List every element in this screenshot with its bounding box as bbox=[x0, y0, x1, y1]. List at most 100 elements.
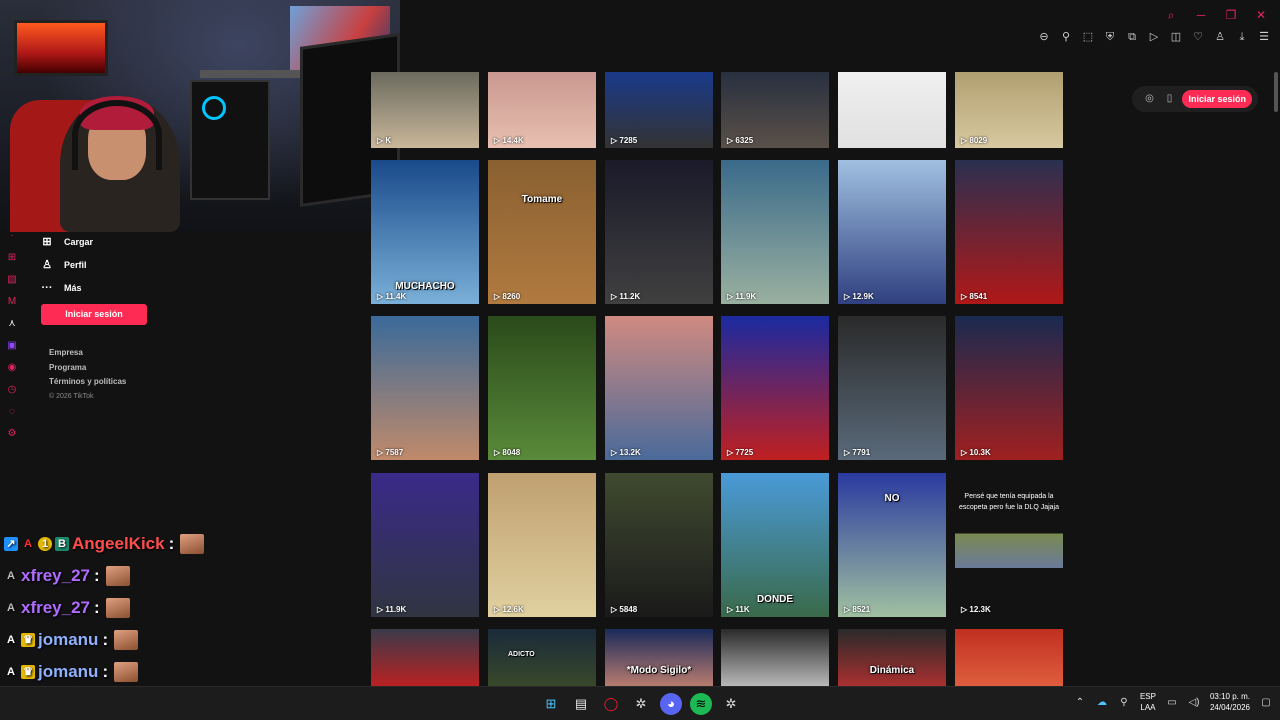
volume-icon[interactable]: ◁) bbox=[1188, 697, 1200, 708]
video-tile[interactable] bbox=[955, 629, 1063, 689]
video-tile[interactable] bbox=[838, 72, 946, 148]
restore-icon[interactable]: ❐ bbox=[1224, 8, 1238, 22]
app-icon[interactable]: ⋏ bbox=[6, 318, 18, 330]
badge-icon: A bbox=[7, 570, 15, 582]
clock-icon[interactable]: ◷ bbox=[6, 384, 18, 396]
language-indicator[interactable]: ESP LAA bbox=[1140, 691, 1156, 713]
chevron-up-icon[interactable]: ⌃ bbox=[1074, 697, 1086, 708]
video-tile[interactable]: ▷ 7285 bbox=[605, 72, 713, 148]
screenshot-icon[interactable]: ⬚ bbox=[1082, 30, 1094, 44]
webcam-overlay bbox=[0, 0, 400, 232]
onedrive-icon[interactable]: ☁ bbox=[1096, 697, 1108, 708]
menu-icon[interactable]: ☰ bbox=[1258, 30, 1270, 44]
play-icon[interactable]: ▷ bbox=[1148, 30, 1160, 44]
opera-icon[interactable]: ◯ bbox=[600, 693, 622, 715]
compass-icon[interactable]: ◎ bbox=[1142, 92, 1156, 106]
sidebar-item-more[interactable]: ··· Más bbox=[40, 276, 160, 299]
spotify-icon[interactable]: ≋ bbox=[690, 693, 712, 715]
search-icon[interactable]: ⌕ bbox=[1164, 8, 1178, 22]
capcut-icon[interactable]: ⊞ bbox=[6, 252, 18, 264]
sidebar-login-button[interactable]: Iniciar sesión bbox=[41, 304, 147, 325]
chat-username[interactable]: jomanu bbox=[38, 662, 98, 682]
video-tile[interactable] bbox=[371, 629, 479, 689]
footer-link-program[interactable]: Programa bbox=[49, 361, 126, 376]
video-tile[interactable]: ▷ 7587 bbox=[371, 316, 479, 460]
heart-icon[interactable]: ♡ bbox=[1192, 30, 1204, 44]
chat-bubble-icon[interactable]: ◌ bbox=[6, 406, 18, 418]
view-count: ▷ 11.9K bbox=[727, 292, 757, 301]
video-tile[interactable]: NO ▷ 8521 bbox=[838, 473, 946, 617]
video-tile[interactable]: ▷ 7725 bbox=[721, 316, 829, 460]
twitch-icon[interactable]: ▣ bbox=[6, 340, 18, 352]
video-tile[interactable]: ▷ 8029 bbox=[955, 72, 1063, 148]
chat-message: A ♛ jomanu : bbox=[4, 624, 364, 656]
sidebar-item-profile[interactable]: ♙ Perfil bbox=[40, 253, 160, 276]
video-tile[interactable] bbox=[721, 629, 829, 689]
mail-icon[interactable]: M bbox=[6, 296, 18, 308]
discord-icon[interactable]: ◕ bbox=[660, 693, 682, 715]
video-tile[interactable]: ▷ 5848 bbox=[605, 473, 713, 617]
dot-icon[interactable]: · bbox=[6, 230, 18, 242]
download-icon[interactable]: ⤓ bbox=[1236, 30, 1248, 44]
file-explorer-icon[interactable]: ▤ bbox=[570, 693, 592, 715]
chatgpt-icon[interactable]: ✲ bbox=[720, 693, 742, 715]
view-count: ▷ 8541 bbox=[961, 292, 988, 301]
network-icon[interactable]: ▭ bbox=[1166, 697, 1178, 708]
video-tile[interactable]: MUCHACHO ▷ 11.4K bbox=[371, 160, 479, 304]
footer-link-company[interactable]: Empresa bbox=[49, 346, 126, 361]
video-tile[interactable]: ADICTO bbox=[488, 629, 596, 689]
zoom-icon[interactable]: ⊖ bbox=[1038, 30, 1050, 44]
play-circle-icon[interactable]: ◉ bbox=[6, 362, 18, 374]
chat-username[interactable]: jomanu bbox=[38, 630, 98, 650]
phone-icon[interactable]: ▯ bbox=[1162, 92, 1176, 106]
video-tile[interactable]: ▷ 8048 bbox=[488, 316, 596, 460]
close-icon[interactable]: ✕ bbox=[1254, 8, 1268, 22]
webcam-fire-screen bbox=[14, 20, 108, 76]
webcam-pc-case bbox=[190, 80, 270, 200]
notification-icon[interactable]: ▢ bbox=[1260, 697, 1272, 708]
video-tile[interactable]: ▷ 10.3K bbox=[955, 316, 1063, 460]
view-count: ▷ 6325 bbox=[727, 136, 754, 145]
video-tile[interactable]: ▷ 11.2K bbox=[605, 160, 713, 304]
header-login-button[interactable]: Iniciar sesión bbox=[1182, 90, 1252, 108]
video-tile[interactable]: *Modo Sigilo* bbox=[605, 629, 713, 689]
video-tile[interactable]: DONDE ▷ 11K bbox=[721, 473, 829, 617]
video-tile[interactable]: ▷ 6325 bbox=[721, 72, 829, 148]
video-tile[interactable]: ▷ 11.9K bbox=[721, 160, 829, 304]
settings-icon[interactable]: ⚙ bbox=[6, 428, 18, 440]
video-tile[interactable]: Pensé que tenía equipada la escopeta per… bbox=[955, 473, 1063, 617]
video-tile[interactable]: ▷ 7791 bbox=[838, 316, 946, 460]
split-icon[interactable]: ◫ bbox=[1170, 30, 1182, 44]
video-tile[interactable]: ▷ K bbox=[371, 72, 479, 148]
chatgpt-icon[interactable]: ✲ bbox=[630, 693, 652, 715]
video-tile[interactable]: Dinámica bbox=[838, 629, 946, 689]
microphone-icon[interactable]: ⚲ bbox=[1118, 697, 1130, 708]
chat-username[interactable]: xfrey_27 bbox=[21, 566, 90, 586]
shield-icon[interactable]: ⛨ bbox=[1104, 30, 1116, 44]
minimize-icon[interactable]: ─ bbox=[1194, 8, 1208, 22]
scrollbar[interactable] bbox=[1274, 72, 1278, 112]
video-tile[interactable]: ▷ 14.4K bbox=[488, 72, 596, 148]
video-tile[interactable]: Tomame ▷ 8260 bbox=[488, 160, 596, 304]
chat-message: A ♛ jomanu : bbox=[4, 656, 364, 688]
chat-username[interactable]: AngeelKick bbox=[72, 534, 165, 554]
screen: ⌕ ─ ❐ ✕ ⊖ ⚲ ⬚ ⛨ ⧉ ▷ ◫ ♡ ♙ ⤓ ☰ ◎ ▯ Inicia… bbox=[0, 0, 1280, 720]
video-caption: ADICTO bbox=[508, 651, 535, 658]
footer-link-terms[interactable]: Términos y políticas bbox=[49, 375, 126, 390]
clock[interactable]: 03:10 p. m. 24/04/2026 bbox=[1210, 691, 1250, 713]
badge-icon: A bbox=[7, 602, 15, 614]
windows-start-icon[interactable]: ⊞ bbox=[540, 693, 562, 715]
sidebar-item-upload[interactable]: ⊞ Cargar bbox=[40, 230, 160, 253]
photo-icon[interactable]: ▧ bbox=[6, 274, 18, 286]
pin-icon[interactable]: ⚲ bbox=[1060, 30, 1072, 44]
video-tile[interactable]: ▷ 12.6K bbox=[488, 473, 596, 617]
view-count: ▷ 7285 bbox=[611, 136, 638, 145]
video-tile[interactable]: ▷ 13.2K bbox=[605, 316, 713, 460]
emote-icon bbox=[105, 598, 130, 618]
chat-username[interactable]: xfrey_27 bbox=[21, 598, 90, 618]
video-tile[interactable]: ▷ 8541 bbox=[955, 160, 1063, 304]
video-tile[interactable]: ▷ 11.9K bbox=[371, 473, 479, 617]
extension-icon[interactable]: ⧉ bbox=[1126, 30, 1138, 44]
profile-icon[interactable]: ♙ bbox=[1214, 30, 1226, 44]
video-tile[interactable]: ▷ 12.9K bbox=[838, 160, 946, 304]
